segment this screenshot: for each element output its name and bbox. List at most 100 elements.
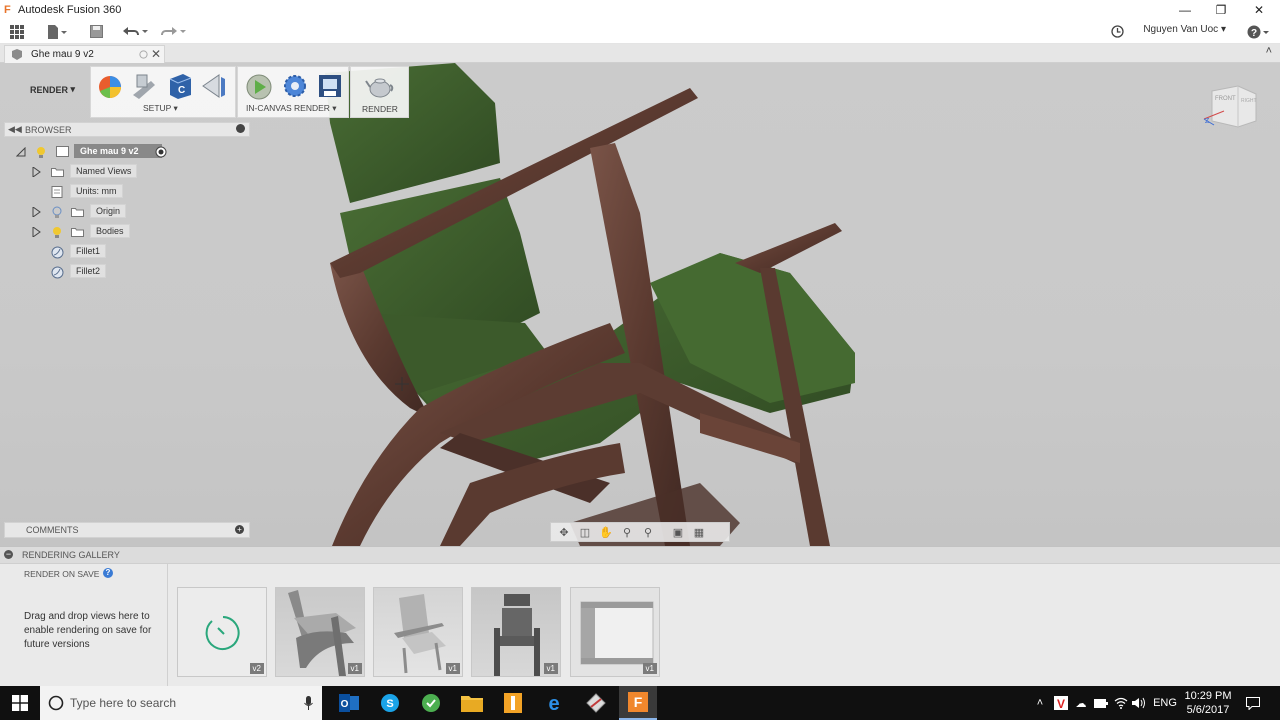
viewcube[interactable]: Z FRONT RIGHT [1200, 81, 1270, 131]
look-at-icon: ◫ [579, 526, 591, 539]
lightbulb-off-icon[interactable] [52, 206, 62, 218]
expand-triangle-icon[interactable] [32, 207, 41, 217]
in-canvas-render-panel-label[interactable]: IN-CANVAS RENDER ▾ [246, 103, 337, 114]
pan-hand-icon: ✋ [599, 526, 613, 539]
workspace-switcher[interactable]: RENDER ▾ [8, 63, 88, 116]
volume-tray[interactable] [1130, 686, 1148, 720]
svg-text:V: V [1057, 697, 1065, 710]
user-menu[interactable]: Nguyen Van Uoc ▾ [1143, 24, 1226, 35]
gallery-thumbnail[interactable]: v1 [471, 587, 561, 677]
document-settings-icon [51, 186, 63, 198]
close-tab-icon[interactable]: ✕ [151, 47, 161, 61]
browser-header[interactable]: ◀◀ BROWSER [4, 122, 250, 137]
taskbar-search[interactable]: Type here to search [40, 686, 322, 720]
taskbar-app-orange[interactable] [494, 686, 532, 720]
lightbulb-icon[interactable] [36, 146, 46, 158]
onedrive-tray[interactable]: ☁ [1072, 686, 1090, 720]
expand-triangle-icon[interactable] [16, 147, 26, 157]
appearance-icon [99, 76, 121, 98]
pan-button[interactable]: ✋ [597, 524, 615, 540]
browser-title: BROWSER [25, 124, 72, 135]
undo-icon [123, 26, 148, 35]
browser-pin-icon[interactable] [236, 124, 245, 133]
render-panel-label[interactable]: RENDER [362, 104, 398, 114]
drop-hint-text: Drag and drop views here to enable rende… [24, 611, 152, 650]
svg-text:C: C [178, 85, 185, 96]
activate-radio-icon[interactable] [155, 146, 167, 158]
orbit-button[interactable]: ✥ [555, 524, 573, 540]
input-language[interactable]: ENG [1153, 686, 1177, 720]
undo-button[interactable] [120, 21, 150, 43]
taskbar-fusion360[interactable]: F [619, 686, 657, 720]
green-app-icon [422, 694, 440, 712]
taskbar-outlook[interactable]: O [330, 686, 368, 720]
action-center-button[interactable] [1240, 686, 1266, 720]
collapse-up-icon[interactable]: ˄ [1266, 45, 1272, 57]
display-settings-button[interactable]: ▣ [669, 524, 687, 540]
redo-button[interactable] [158, 21, 188, 43]
file-menu-button[interactable] [44, 21, 70, 43]
gallery-thumbnail[interactable]: v2 [177, 587, 267, 677]
grid-settings-button[interactable]: ▦ [690, 524, 708, 540]
viewcube-right-label: RIGHT [1241, 98, 1257, 104]
wifi-tray[interactable] [1112, 686, 1130, 720]
minimize-button[interactable]: — [1166, 0, 1204, 20]
apps-grid-button[interactable] [6, 21, 28, 43]
render-panel: RENDER [350, 66, 409, 118]
browser-root-label: Ghe mau 9 v2 [74, 144, 162, 158]
scene-settings-button[interactable]: C [165, 71, 195, 101]
fit-button[interactable]: ⚲ [639, 524, 657, 540]
job-status-button[interactable] [1108, 21, 1126, 43]
expand-triangle-icon[interactable] [32, 227, 41, 237]
close-window-button[interactable]: ✕ [1240, 0, 1278, 20]
collapse-browser-icon[interactable]: ◀◀ [8, 124, 22, 135]
capture-image-button[interactable] [315, 71, 345, 101]
battery-tray[interactable] [1092, 686, 1110, 720]
setup-panel-label[interactable]: SETUP ▾ [143, 103, 178, 114]
chevron-up-icon: ˄ [1036, 697, 1044, 709]
gallery-thumbnail[interactable]: v1 [373, 587, 463, 677]
taskbar-skype[interactable]: S [371, 686, 409, 720]
workspace-label: RENDER [30, 84, 69, 95]
render-button[interactable] [365, 71, 395, 101]
taskbar-app-green[interactable] [412, 686, 450, 720]
browser-item-label: Fillet1 [70, 244, 107, 258]
restore-button[interactable]: ❐ [1202, 0, 1240, 20]
physical-material-button[interactable] [129, 71, 159, 101]
add-comment-icon[interactable]: + [235, 525, 244, 534]
sync-status-icon [139, 50, 148, 59]
clock[interactable]: 10:29 PM 5/6/2017 [1184, 686, 1232, 720]
help-icon[interactable]: ? [103, 568, 113, 578]
gallery-thumbnail[interactable]: v1 [275, 587, 365, 677]
microphone-icon[interactable] [304, 696, 313, 710]
taskbar-file-explorer[interactable] [453, 686, 491, 720]
decal-button[interactable] [199, 71, 229, 101]
decal-icon [202, 74, 225, 98]
language-label: ENG [1153, 697, 1177, 709]
document-tab[interactable]: Ghe mau 9 v2 ✕ [4, 45, 165, 63]
appearance-button[interactable] [95, 71, 125, 101]
taskbar-app-tools[interactable] [576, 686, 616, 720]
browser-item-label: Bodies [90, 224, 130, 238]
lightbulb-icon[interactable] [52, 226, 62, 238]
in-canvas-render-button[interactable] [244, 71, 274, 101]
show-hidden-icons-button[interactable]: ˄ [1030, 686, 1050, 720]
rendering-progress-icon [205, 616, 240, 650]
expand-triangle-icon[interactable] [32, 167, 41, 177]
render-settings-button[interactable] [280, 71, 310, 101]
gallery-thumbnail[interactable]: v1 [570, 587, 660, 677]
collapse-gallery-icon[interactable]: − [4, 550, 13, 559]
help-button[interactable]: ? [1244, 21, 1274, 43]
tray-app-v[interactable]: V [1052, 686, 1070, 720]
separator [660, 524, 666, 540]
close-icon: ✕ [1253, 3, 1265, 17]
comments-header[interactable]: COMMENTS + [4, 522, 250, 538]
start-button[interactable] [0, 686, 40, 720]
search-placeholder: Type here to search [70, 696, 177, 710]
save-icon [89, 25, 103, 38]
zoom-button[interactable]: ⚲ [618, 524, 636, 540]
look-at-button[interactable]: ◫ [576, 524, 594, 540]
taskbar-edge[interactable]: e [535, 686, 573, 720]
rendering-gallery-header[interactable]: − RENDERING GALLERY [0, 546, 1280, 564]
save-button[interactable] [86, 21, 106, 43]
